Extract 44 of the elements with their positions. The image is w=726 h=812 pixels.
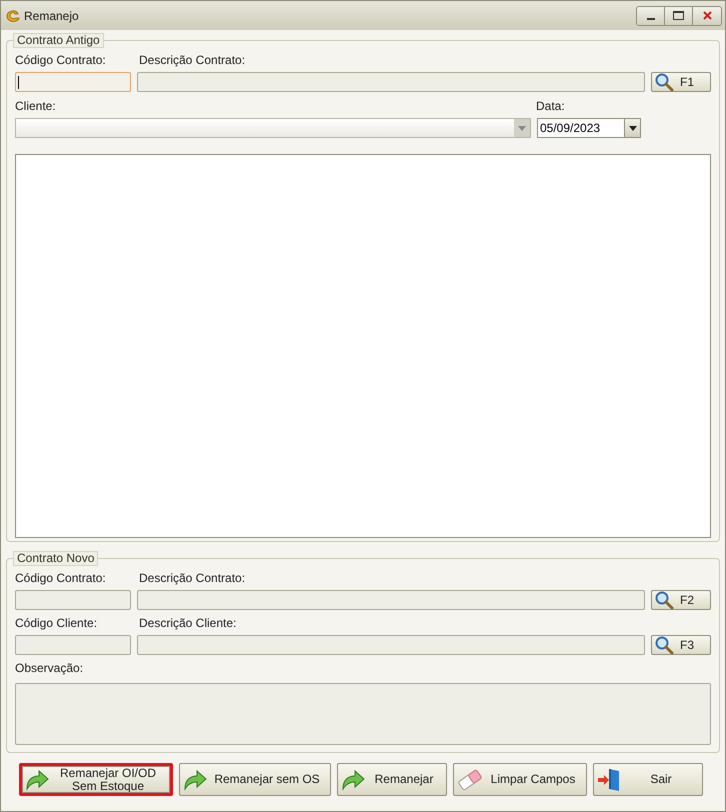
action-button[interactable]: Sair (593, 763, 703, 796)
curved-arrow-icon (183, 768, 207, 790)
field-label: Cliente: (15, 99, 57, 113)
window-title: Remanejo (24, 8, 79, 24)
notes-field[interactable] (15, 683, 711, 745)
dropdown-arrow-icon (518, 126, 526, 130)
date-picker[interactable]: 05/09/2023 (537, 118, 641, 138)
description-field[interactable] (137, 590, 645, 610)
code-field[interactable] (15, 72, 131, 92)
description-field[interactable] (137, 635, 645, 655)
action-button[interactable]: Remanejar OI/OD Sem Estoque (19, 763, 173, 796)
search-button[interactable]: F1 (651, 72, 711, 92)
field-label: Data: (536, 99, 565, 113)
maximize-button[interactable] (665, 6, 693, 24)
magnifier-icon (654, 635, 674, 655)
client-dropdown[interactable] (15, 118, 531, 138)
code-field[interactable] (15, 590, 131, 610)
search-button[interactable]: F2 (651, 590, 711, 610)
curved-arrow-icon (25, 768, 49, 790)
maximize-icon (673, 11, 684, 20)
close-icon (702, 11, 712, 20)
search-button[interactable]: F3 (651, 635, 711, 655)
action-button[interactable]: Remanejar (337, 763, 447, 796)
minimize-icon (646, 18, 654, 20)
minimize-button[interactable] (637, 6, 665, 24)
group-title: Contrato Novo (13, 551, 98, 566)
field-label: Código Contrato: (15, 571, 107, 585)
field-label: Código Cliente: (15, 616, 98, 630)
field-label: Código Contrato: (15, 53, 107, 67)
field-label: Descrição Cliente: (139, 616, 236, 630)
field-label: Descrição Contrato: (139, 571, 246, 585)
description-field[interactable] (137, 72, 645, 92)
field-label: Observação: (15, 661, 84, 675)
close-button[interactable] (693, 6, 721, 24)
magnifier-icon (654, 72, 674, 92)
dropdown-arrow-icon (628, 126, 636, 130)
action-button[interactable]: Limpar Campos (453, 763, 587, 796)
action-button[interactable]: Remanejar sem OS (179, 763, 331, 796)
code-field[interactable] (15, 635, 131, 655)
field-label: Descrição Contrato: (139, 53, 246, 67)
curved-arrow-icon (341, 768, 365, 790)
group-title: Contrato Antigo (13, 33, 104, 48)
text-cursor (18, 76, 19, 88)
magnifier-icon (654, 590, 674, 610)
